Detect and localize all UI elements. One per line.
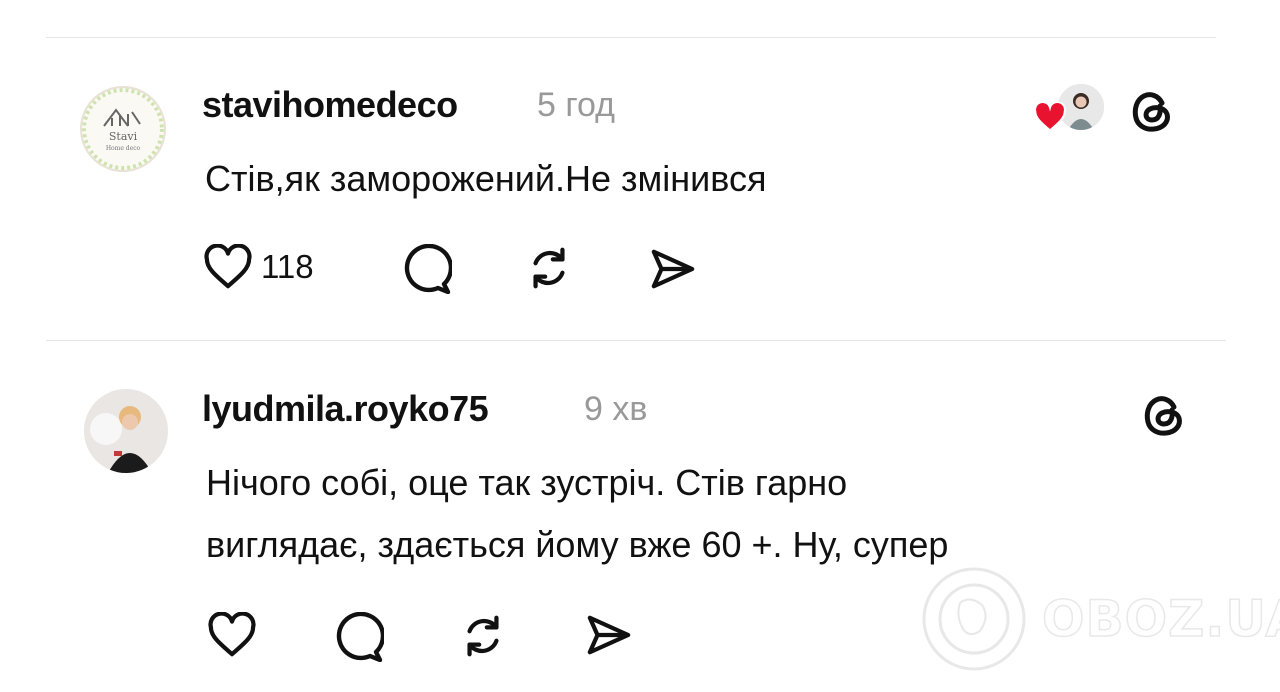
- repost-icon[interactable]: [524, 244, 574, 292]
- heart-icon: [1034, 102, 1066, 132]
- like-button[interactable]: 118: [203, 244, 314, 290]
- post-text: Стів,як заморожений.Не змінився: [205, 150, 766, 208]
- reply-icon[interactable]: [400, 244, 452, 294]
- post-text-line: Стів,як заморожений.Не змінився: [205, 158, 767, 199]
- top-divider: [46, 37, 1216, 38]
- avatar[interactable]: Stavi Home deco: [80, 86, 166, 172]
- post-text-line: Нічого собі, оце так зустріч. Стів гарно: [206, 462, 848, 503]
- avatar[interactable]: [84, 389, 168, 473]
- username[interactable]: stavihomedeco: [202, 84, 458, 126]
- post-time: 9 хв: [584, 390, 648, 428]
- post-time: 5 год: [537, 86, 616, 124]
- like-count: 118: [261, 248, 314, 285]
- svg-text:Stavi: Stavi: [109, 130, 138, 143]
- post-divider: [46, 340, 1226, 341]
- username[interactable]: lyudmila.royko75: [202, 388, 489, 430]
- like-button[interactable]: [207, 612, 257, 658]
- svg-text:Home deco: Home deco: [106, 145, 141, 152]
- stavi-logo-icon: Stavi Home deco: [82, 88, 164, 170]
- threads-logo-icon: [1144, 396, 1182, 436]
- liked-by-indicator[interactable]: [1034, 82, 1106, 132]
- post-text-line: виглядає, здається йому вже 60 +. Ну, су…: [206, 524, 949, 565]
- reply-icon[interactable]: [332, 612, 384, 662]
- globe-icon: [922, 567, 1026, 671]
- share-icon[interactable]: [648, 246, 698, 292]
- watermark: OBOZ.UA: [920, 565, 1280, 673]
- post-text: Нічого собі, оце так зустріч. Стів гарно…: [206, 454, 948, 574]
- watermark-text: OBOZ.UA: [1041, 589, 1280, 649]
- threads-logo-icon: [1132, 92, 1170, 132]
- share-icon[interactable]: [584, 612, 634, 658]
- heart-outline-icon: [204, 244, 252, 289]
- heart-outline-icon: [208, 612, 256, 657]
- repost-icon[interactable]: [458, 612, 508, 660]
